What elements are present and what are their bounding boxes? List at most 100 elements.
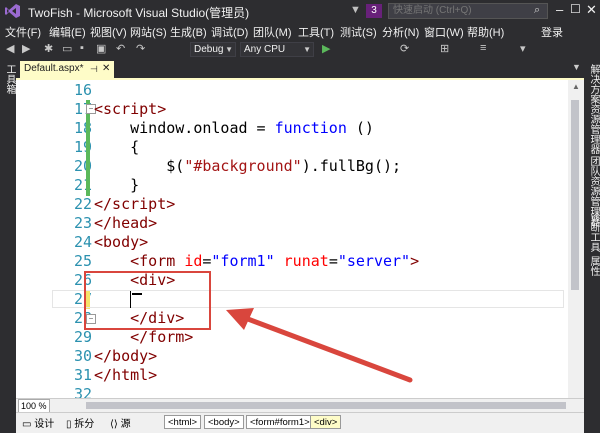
design-view-button[interactable]: ▭ 设计	[22, 415, 54, 430]
tab-list-dropdown-icon[interactable]: ▼	[572, 62, 581, 72]
comment-icon[interactable]: ≡	[480, 42, 486, 54]
code-line: </body>	[94, 347, 158, 365]
line-number: 24	[73, 233, 92, 251]
right-tool-strip: 解决方案资源管理器 团队资源管理器 诊断工具 属性	[584, 60, 600, 432]
menu-build[interactable]: 生成(B)	[170, 24, 207, 40]
code-line: window.onload = function ()	[94, 119, 374, 137]
forward-icon[interactable]: ▶	[22, 42, 30, 55]
line-number: 29	[73, 328, 92, 346]
chevron-down-icon: ▼	[303, 45, 311, 54]
source-view-button[interactable]: ⟨⟩ 源	[110, 415, 131, 430]
standard-toolbar: ◀ ▶ ✱ ▭ ▪ ▣ ↶ ↷ Debug ▼ Any CPU ▼ ▶ ⟳ ⊞ …	[0, 40, 600, 61]
code-line: </form>	[130, 328, 194, 346]
platform-value: Any CPU	[244, 44, 286, 55]
chevron-down-icon: ▼	[225, 45, 233, 54]
search-icon[interactable]: ⌕	[534, 4, 540, 17]
line-number: 30	[73, 347, 92, 365]
login-link[interactable]: 登录	[541, 24, 563, 40]
new-project-icon[interactable]: ✱	[44, 42, 53, 55]
menu-tools[interactable]: 工具(T)	[298, 24, 334, 40]
menu-website[interactable]: 网站(S)	[130, 24, 167, 40]
configuration-select[interactable]: Debug ▼	[190, 42, 236, 57]
tab-label: Default.aspx*	[24, 63, 84, 74]
line-number: 17	[73, 100, 92, 118]
breadcrumb-body[interactable]: <body>	[204, 415, 244, 429]
code-line: </head>	[94, 214, 158, 232]
solution-explorer-icon[interactable]: ⊞	[440, 42, 449, 55]
redo-icon[interactable]: ↷	[136, 42, 145, 55]
document-tab-bar: Default.aspx* ⊣ ✕ ▼	[16, 60, 584, 78]
code-line: $("#background").fullBg();	[94, 157, 402, 175]
pin-icon[interactable]: ⊣	[90, 61, 98, 77]
toolbox-tab[interactable]: 工具箱	[2, 64, 17, 94]
menu-bar: 文件(F) 编辑(E) 视图(V) 网站(S) 生成(B) 调试(D) 团队(M…	[0, 22, 600, 40]
source-label: 源	[120, 419, 131, 430]
line-number: 16	[73, 81, 92, 99]
save-icon[interactable]: ▪	[80, 42, 84, 54]
tab-default-aspx[interactable]: Default.aspx* ⊣ ✕	[20, 61, 114, 78]
close-icon[interactable]: ✕	[586, 2, 597, 18]
split-label: 拆分	[74, 419, 95, 430]
line-number: 31	[73, 366, 92, 384]
vertical-scroll-thumb[interactable]	[571, 100, 579, 290]
menu-edit[interactable]: 编辑(E)	[49, 24, 86, 40]
minimize-icon[interactable]: –	[556, 2, 563, 17]
code-line: <form id="form1" runat="server">	[130, 252, 420, 270]
code-line: }	[94, 176, 140, 194]
back-icon[interactable]: ◀	[6, 42, 14, 55]
annotation-arrow-icon	[226, 308, 413, 383]
quick-launch-input[interactable]	[388, 3, 548, 19]
solution-explorer-tab[interactable]: 解决方案资源管理器	[586, 64, 600, 154]
refresh-icon[interactable]: ⟳	[400, 42, 409, 55]
breadcrumb-div[interactable]: <div>	[310, 415, 342, 429]
title-bar: TwoFish - Microsoft Visual Studio(管理员) ▼…	[0, 0, 600, 22]
menu-analyze[interactable]: 分析(N)	[382, 24, 419, 40]
zoom-level[interactable]: 100 %	[18, 399, 50, 413]
open-file-icon[interactable]: ▭	[62, 42, 72, 55]
platform-select[interactable]: Any CPU ▼	[240, 42, 314, 57]
diagnostic-tools-tab[interactable]: 诊断工具	[586, 212, 600, 252]
configuration-value: Debug	[194, 44, 224, 55]
line-number: 19	[73, 138, 92, 156]
line-number: 22	[73, 195, 92, 213]
code-line: <script>	[94, 100, 167, 118]
scroll-up-icon[interactable]: ▲	[572, 82, 580, 91]
menu-help[interactable]: 帮助(H)	[467, 24, 504, 40]
close-tab-icon[interactable]: ✕	[102, 61, 110, 77]
toolbar-options-icon[interactable]: ▾	[520, 42, 526, 55]
feedback-filter-icon[interactable]: ▼	[350, 4, 361, 16]
line-number: 21	[73, 176, 92, 194]
window-title: TwoFish - Microsoft Visual Studio(管理员)	[28, 6, 250, 20]
left-tool-strip: 工具箱	[0, 60, 16, 432]
split-view-button[interactable]: ▯ 拆分	[66, 415, 94, 430]
menu-view[interactable]: 视图(V)	[90, 24, 127, 40]
change-indicator	[86, 100, 90, 196]
menu-file[interactable]: 文件(F)	[5, 24, 41, 40]
properties-tab[interactable]: 属性	[586, 256, 600, 276]
code-line: </script>	[94, 195, 176, 213]
breadcrumb-html[interactable]: <html>	[164, 415, 202, 429]
undo-icon[interactable]: ↶	[116, 42, 125, 55]
line-number: 25	[73, 252, 92, 270]
notification-badge[interactable]: 3	[366, 4, 382, 18]
horizontal-scroll-thumb[interactable]	[86, 402, 566, 409]
design-label: 设计	[34, 419, 55, 430]
menu-window[interactable]: 窗口(W)	[424, 24, 464, 40]
line-number: 23	[73, 214, 92, 232]
code-line: {	[94, 138, 140, 156]
line-number: 18	[73, 119, 92, 137]
code-line: <body>	[94, 233, 149, 251]
menu-team[interactable]: 团队(M)	[253, 24, 292, 40]
visual-studio-logo-icon	[5, 4, 20, 18]
line-number: 20	[73, 157, 92, 175]
menu-debug[interactable]: 调试(D)	[211, 24, 248, 40]
save-all-icon[interactable]: ▣	[96, 42, 106, 55]
view-switcher-bar: ▭ 设计 ▯ 拆分 ⟨⟩ 源 <html> <body> <form#form1…	[16, 412, 584, 433]
line-number: 32	[73, 385, 92, 398]
editor-bottom-bar: 100 %	[16, 398, 584, 413]
breadcrumb-form[interactable]: <form#form1>	[246, 415, 314, 429]
annotation-highlight-box	[84, 271, 211, 330]
menu-test[interactable]: 测试(S)	[340, 24, 377, 40]
start-debugging-icon[interactable]: ▶	[322, 42, 330, 55]
maximize-icon[interactable]: ☐	[570, 2, 581, 16]
